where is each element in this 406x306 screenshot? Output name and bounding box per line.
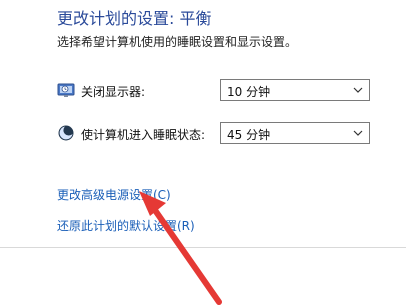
display-off-value: 10 分钟	[227, 85, 271, 99]
sleep-dropdown[interactable]: 45 分钟	[220, 122, 370, 144]
display-off-label: 关闭显示器:	[81, 85, 146, 99]
power-plan-settings-page: 更改计划的设置: 平衡 选择希望计算机使用的睡眠设置和显示设置。 关闭显示器: …	[0, 0, 406, 306]
sleep-label: 使计算机进入睡眠状态:	[81, 128, 206, 142]
chevron-down-icon	[353, 87, 363, 93]
display-off-dropdown[interactable]: 10 分钟	[220, 79, 370, 101]
advanced-power-settings-link[interactable]: 更改高级电源设置(C)	[57, 186, 171, 203]
moon-sleep-icon	[58, 125, 74, 141]
restore-default-settings-link[interactable]: 还原此计划的默认设置(R)	[57, 217, 195, 234]
monitor-clock-icon	[57, 83, 75, 97]
page-subtitle: 选择希望计算机使用的睡眠设置和显示设置。	[57, 35, 298, 49]
display-off-setting-row: 关闭显示器: 10 分钟	[57, 79, 377, 103]
chevron-down-icon	[353, 130, 363, 136]
page-title: 更改计划的设置: 平衡	[57, 9, 212, 28]
sleep-value: 45 分钟	[227, 128, 271, 142]
bottom-divider	[0, 247, 406, 248]
sleep-setting-row: 使计算机进入睡眠状态: 45 分钟	[57, 122, 377, 146]
